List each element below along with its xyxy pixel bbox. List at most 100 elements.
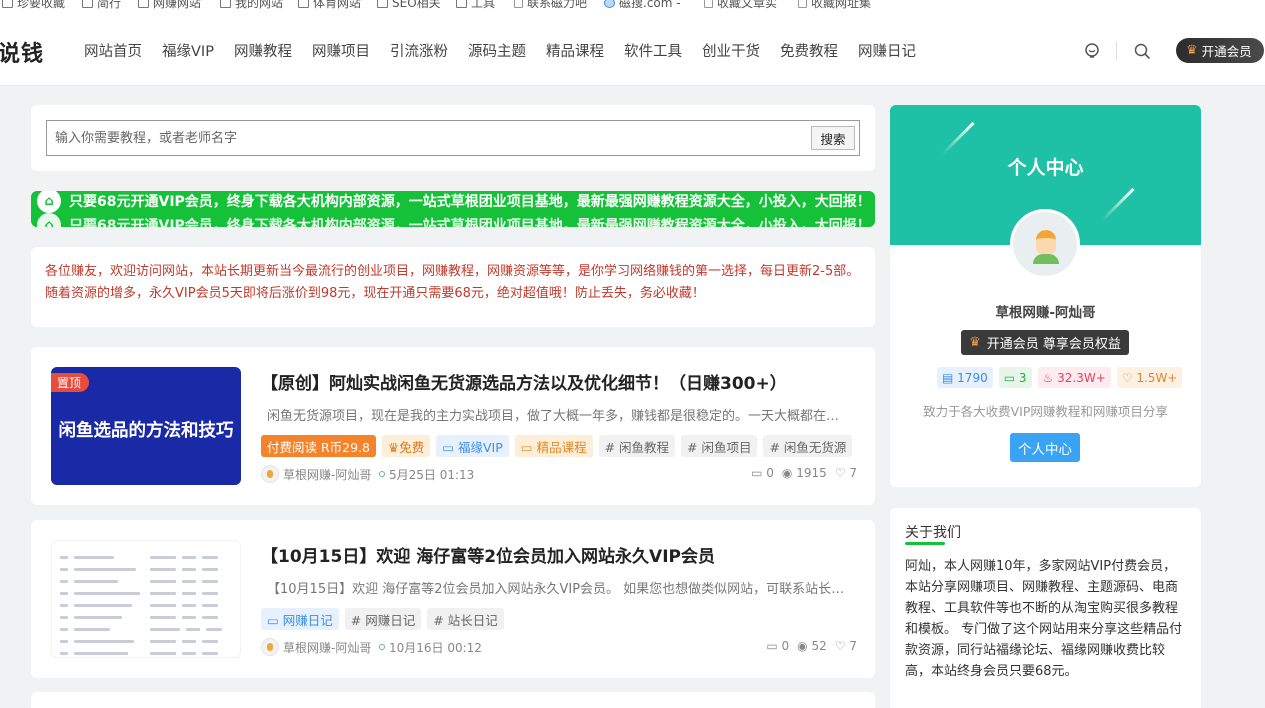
bookmark-label: 收藏文章实: [717, 0, 778, 10]
fire-icon: ♨: [1042, 370, 1054, 385]
bulb-icon[interactable]: [1083, 42, 1101, 60]
post-title[interactable]: 【原创】阿灿实战闲鱼无货源选品方法以及优化细节！（日赚300+）: [261, 369, 787, 394]
bookmark-item[interactable]: 磁搜.com -: [604, 0, 681, 11]
notice-card: 各位赚友，欢迎访问网站，本站长期更新当今最流行的创业项目，网赚教程，网赚资源等等…: [31, 247, 875, 327]
post-thumbnail[interactable]: [51, 540, 241, 658]
file-list-row: [60, 615, 230, 619]
topic-tag[interactable]: # 站长日记: [427, 608, 504, 630]
paid-read-tag[interactable]: 付费阅读 R币29.8: [261, 435, 376, 457]
profile-card: 个人中心 草根网赚-阿灿哥 ♛ 开通会员 尊享会员权益 ▤ 1790 ▭ 3 ♨…: [890, 105, 1201, 487]
free-tag[interactable]: ♛免费: [382, 435, 431, 457]
comment-icon: ▭: [1003, 370, 1016, 385]
bookmark-label: 工具: [471, 0, 496, 10]
thumbnail-text: 闲鱼选品的方法和技巧: [58, 421, 234, 441]
nav-item-projects[interactable]: 网赚项目: [312, 40, 370, 61]
nav-item-free-tutorials[interactable]: 免费教程: [780, 40, 838, 61]
site-header: 说钱 网站首页 福缘VIP 网赚教程 网赚项目 引流涨粉 源码主题 精品课程 软…: [0, 12, 1265, 86]
bookmark-item[interactable]: 体育网站: [298, 0, 361, 11]
post-tags: 付费阅读 R币29.8 ♛免费 ▭ 福缘VIP ▭ 精品课程 # 闲鱼教程 # …: [261, 435, 853, 457]
bookmark-item[interactable]: 联系磁力吧: [514, 0, 587, 11]
folder-icon: [220, 0, 231, 8]
bookmark-item[interactable]: 网赚网站: [138, 0, 201, 11]
author-avatar[interactable]: [261, 465, 279, 483]
comment-icon: ▭: [766, 639, 778, 653]
profile-avatar[interactable]: [1010, 209, 1080, 279]
site-logo[interactable]: 说钱: [0, 36, 44, 68]
topic-tag[interactable]: # 闲鱼无货源: [763, 435, 853, 457]
nav-item-tutorials[interactable]: 网赚教程: [234, 40, 292, 61]
author-avatar[interactable]: [261, 638, 279, 656]
vip-benefits-button[interactable]: ♛ 开通会员 尊享会员权益: [961, 330, 1129, 355]
post-card[interactable]: 置顶 闲鱼选品的方法和技巧 【原创】阿灿实战闲鱼无货源选品方法以及优化细节！（日…: [31, 347, 875, 505]
posts-count-value: 1790: [957, 370, 988, 385]
like-count[interactable]: ♡ 7: [835, 466, 857, 480]
file-list-row: [60, 639, 230, 643]
nav-item-home[interactable]: 网站首页: [84, 40, 142, 61]
post-thumbnail[interactable]: 置顶 闲鱼选品的方法和技巧: [51, 367, 241, 485]
folder-icon: [138, 0, 149, 8]
posts-count-badge: ▤ 1790: [937, 367, 993, 388]
bookmark-item[interactable]: 珍要收藏: [2, 0, 65, 11]
header-divider: [1116, 42, 1117, 60]
post-stats: ▭ 0 ◉ 52 ♡ 7: [766, 639, 857, 653]
open-vip-button[interactable]: ♛ 开通会员: [1176, 38, 1264, 63]
time-dot-icon: [379, 471, 385, 477]
post-meta: 草根网赚-阿灿哥 10月16日 00:12 ▭ 0 ◉ 52 ♡ 7: [261, 638, 857, 656]
search-input[interactable]: [47, 121, 807, 155]
like-value: 7: [849, 639, 857, 653]
folder-icon: [377, 0, 388, 8]
post-author[interactable]: 草根网赚-阿灿哥: [283, 466, 371, 483]
likes-count-badge: ♡ 1.5W+: [1116, 367, 1183, 388]
bookmark-item[interactable]: 工具: [456, 0, 495, 11]
like-count[interactable]: ♡ 7: [835, 639, 857, 653]
post-stats: ▭ 0 ◉ 1915 ♡ 7: [751, 466, 857, 480]
search-icon[interactable]: [1133, 42, 1151, 60]
topic-tag[interactable]: # 闲鱼项目: [681, 435, 758, 457]
folder-icon: [456, 0, 467, 8]
bookmark-label: 体育网站: [313, 0, 362, 10]
title-underline: [905, 542, 945, 545]
bookmark-item[interactable]: 简行: [82, 0, 121, 11]
marquee-line: ⌂ 只要68元开通VIP会员，终身下载各大机构内部资源，一站式草根团业项目基地，…: [37, 191, 871, 213]
doc-icon: ▤: [942, 370, 954, 385]
file-list-row: [60, 567, 230, 571]
nav-item-startup[interactable]: 创业干货: [702, 40, 760, 61]
bookmark-label: 收藏网址集: [811, 0, 872, 10]
category-tag[interactable]: ▭ 网赚日记: [261, 608, 339, 630]
post-title[interactable]: 【10月15日】欢迎 海仔富等2位会员加入网站永久VIP会员: [261, 542, 715, 567]
page-icon: [514, 0, 523, 8]
nav-item-premium-courses[interactable]: 精品课程: [546, 40, 604, 61]
file-list-row: [60, 603, 230, 607]
nav-item-software-tools[interactable]: 软件工具: [624, 40, 682, 61]
nav-item-fuyuan-vip[interactable]: 福缘VIP: [162, 40, 214, 61]
comment-value: 0: [766, 466, 774, 480]
nav-item-diary[interactable]: 网赚日记: [858, 40, 916, 61]
post-card[interactable]: 【10月15日】欢迎 海仔富等2位会员加入网站永久VIP会员 【10月15日】欢…: [31, 520, 875, 678]
nav-item-traffic[interactable]: 引流涨粉: [390, 40, 448, 61]
bookmark-item[interactable]: 我的网站: [220, 0, 283, 11]
topic-tag[interactable]: # 闲鱼教程: [598, 435, 676, 457]
vip-benefits-label: 开通会员 尊享会员权益: [986, 337, 1121, 352]
post-author[interactable]: 草根网赚-阿灿哥: [283, 639, 371, 656]
bookmark-item[interactable]: 收藏文章实: [704, 0, 777, 11]
open-vip-label: 开通会员: [1201, 44, 1252, 59]
category-tag[interactable]: ▭ 福缘VIP: [436, 435, 509, 457]
post-date: 5月25日 01:13: [389, 468, 475, 482]
folder-icon: [298, 0, 309, 8]
eye-icon: ◉: [781, 466, 793, 480]
personal-center-button[interactable]: 个人中心: [1010, 433, 1080, 462]
view-count: ◉ 1915: [782, 466, 827, 480]
category-tag[interactable]: ▭ 精品课程: [514, 435, 593, 457]
search-button[interactable]: 搜索: [811, 126, 855, 150]
bookmark-item[interactable]: SEO相关: [377, 0, 441, 11]
topic-tag[interactable]: # 网赚日记: [344, 608, 422, 630]
nav-item-source-themes[interactable]: 源码主题: [468, 40, 526, 61]
bookmark-label: 磁搜.com -: [619, 0, 681, 10]
file-list-row: [60, 555, 230, 559]
bookmark-item[interactable]: 收藏网址集: [798, 0, 871, 11]
post-card[interactable]: [31, 692, 875, 708]
view-value: 52: [811, 639, 827, 653]
profile-name: 草根网赚-阿灿哥: [995, 305, 1096, 321]
bookmark-label: 简行: [97, 0, 122, 10]
eye-icon: ◉: [797, 639, 808, 653]
